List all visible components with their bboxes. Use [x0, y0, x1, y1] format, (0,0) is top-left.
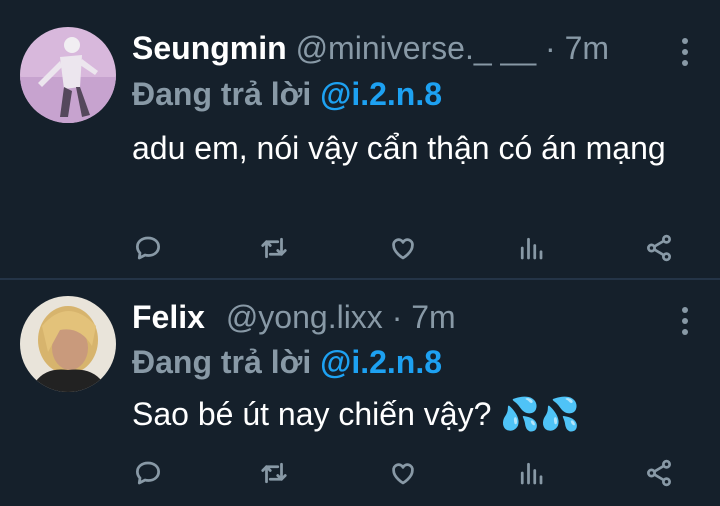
tweet-actions [0, 230, 720, 266]
tweet-text: adu em, nói vậy cẩn thận có án mạng [132, 130, 666, 166]
share-icon[interactable] [641, 230, 677, 266]
timestamp[interactable]: 7m [411, 299, 455, 335]
sweat-droplets-emoji: 💦💦 [500, 396, 580, 432]
separator: · [545, 30, 556, 66]
separator: · [391, 299, 403, 335]
retweet-icon[interactable] [256, 230, 292, 266]
reply-prefix: Đang trả lời [132, 76, 312, 112]
share-icon[interactable] [641, 455, 677, 491]
tweet-text: Sao bé út nay chiến vậy? [132, 396, 492, 432]
tweet-header: Seungmin @miniverse._ __ · 7m [132, 28, 609, 68]
more-icon[interactable] [682, 38, 688, 71]
display-name[interactable]: Felix [132, 299, 205, 335]
tweet-actions [0, 455, 720, 491]
tweet-text-container: Sao bé út nay chiến vậy? 💦💦 [132, 392, 692, 436]
avatar[interactable] [20, 296, 116, 392]
user-handle[interactable]: @yong.lixx [226, 299, 383, 335]
like-icon[interactable] [385, 455, 421, 491]
reply-mention[interactable]: @i.2.n.8 [320, 344, 442, 380]
analytics-icon[interactable] [513, 230, 549, 266]
reply-context: Đang trả lời @i.2.n.8 [132, 342, 442, 382]
tweet[interactable]: Seungmin @miniverse._ __ · 7m Đang trả l… [0, 0, 720, 280]
reply-icon[interactable] [130, 455, 166, 491]
retweet-icon[interactable] [256, 455, 292, 491]
avatar-image [20, 27, 116, 123]
tweet[interactable]: Felix @yong.lixx · 7m Đang trả lời @i.2.… [0, 280, 720, 506]
display-name[interactable]: Seungmin [132, 30, 287, 66]
avatar[interactable] [20, 27, 116, 123]
avatar-image [20, 296, 116, 392]
reply-prefix: Đang trả lời [132, 344, 312, 380]
user-handle[interactable]: @miniverse._ __ [296, 30, 537, 66]
analytics-icon[interactable] [513, 455, 549, 491]
like-icon[interactable] [385, 230, 421, 266]
reply-icon[interactable] [130, 230, 166, 266]
timestamp[interactable]: 7m [565, 30, 609, 66]
tweet-header: Felix @yong.lixx · 7m [132, 297, 456, 337]
reply-context: Đang trả lời @i.2.n.8 [132, 74, 442, 114]
reply-mention[interactable]: @i.2.n.8 [320, 76, 442, 112]
more-icon[interactable] [682, 307, 688, 340]
